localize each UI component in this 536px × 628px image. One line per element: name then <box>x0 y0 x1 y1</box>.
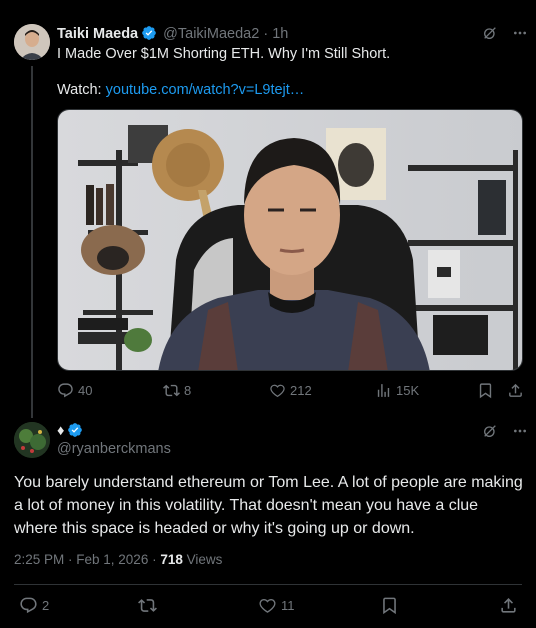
repost-button[interactable] <box>138 596 157 615</box>
repost-icon <box>163 384 180 397</box>
author-handle[interactable]: @TaikiMaeda2 <box>163 26 259 42</box>
reply-view-count: 718 <box>160 552 183 567</box>
verified-badge-icon <box>141 25 157 45</box>
bookmark-icon <box>383 597 396 615</box>
like-button[interactable]: 11 <box>258 596 295 615</box>
reply-meta: 2:25 PM · Feb 1, 2026 · 718 Views <box>14 552 222 567</box>
thumbnail-image <box>58 110 522 370</box>
watch-label: Watch: <box>57 82 102 98</box>
reply-button[interactable]: 40 <box>57 382 92 399</box>
avatar-portrait <box>14 24 50 60</box>
repost-count: 8 <box>184 383 192 398</box>
bookmark-button[interactable] <box>477 382 494 399</box>
author-name[interactable]: Taiki Maeda <box>57 26 138 42</box>
reply-header: ♦ <box>57 422 85 442</box>
reply-action-bar: 2 11 <box>14 596 522 618</box>
like-count: 11 <box>281 598 295 613</box>
bookmark-button[interactable] <box>380 596 399 615</box>
reply-top-actions <box>482 423 528 444</box>
post-watch-line: Watch: youtube.com/watch?v=L9tejt… <box>57 81 497 99</box>
views-count: 15K <box>396 383 420 398</box>
grok-icon[interactable] <box>482 423 498 444</box>
reply-avatar[interactable] <box>14 422 50 458</box>
more-icon[interactable] <box>512 25 528 46</box>
like-icon <box>270 384 285 398</box>
views-icon <box>377 384 390 397</box>
like-button[interactable]: 212 <box>269 382 312 399</box>
post-text: I Made Over $1M Shorting ETH. Why I'm St… <box>57 45 497 99</box>
video-thumbnail[interactable] <box>57 109 523 371</box>
reply-text: You barely understand ethereum or Tom Le… <box>14 474 523 537</box>
post-time[interactable]: 1h <box>272 26 288 42</box>
author-avatar[interactable] <box>14 24 50 60</box>
repost-button[interactable]: 8 <box>163 382 191 399</box>
post-header: Taiki Maeda @TaikiMaeda2 · 1h <box>57 25 288 45</box>
post-title: I Made Over $1M Shorting ETH. Why I'm St… <box>57 46 391 62</box>
views-button[interactable]: 15K <box>375 382 419 399</box>
share-button[interactable] <box>499 596 518 615</box>
like-icon <box>259 599 276 613</box>
reply-icon <box>58 383 73 398</box>
reply-count: 40 <box>78 383 93 398</box>
like-count: 212 <box>290 383 312 398</box>
post-top-actions <box>482 25 528 46</box>
separator: · <box>263 26 269 42</box>
reply-count: 2 <box>42 598 50 613</box>
video-link[interactable]: youtube.com/watch?v=L9tejt… <box>106 82 305 98</box>
reply-button[interactable]: 2 <box>19 596 49 615</box>
repost-icon <box>138 599 157 612</box>
avatar-image <box>14 422 50 458</box>
more-icon[interactable] <box>512 423 528 444</box>
reply-timestamp[interactable]: 2:25 PM · Feb 1, 2026 · <box>14 552 160 567</box>
divider <box>14 584 522 585</box>
grok-icon[interactable] <box>482 25 498 46</box>
share-icon <box>501 598 516 613</box>
post-action-bar: 40 8 212 15K <box>57 382 523 402</box>
share-button[interactable] <box>507 382 524 399</box>
views-label: Views <box>182 552 223 567</box>
reply-display-name[interactable]: ♦ <box>57 423 64 439</box>
share-icon <box>509 383 522 397</box>
bookmark-icon <box>479 383 492 399</box>
thread-connector <box>31 66 33 418</box>
reply-icon <box>20 597 37 614</box>
verified-badge-icon <box>67 422 83 442</box>
reply-handle[interactable]: @ryanberckmans <box>57 441 171 457</box>
